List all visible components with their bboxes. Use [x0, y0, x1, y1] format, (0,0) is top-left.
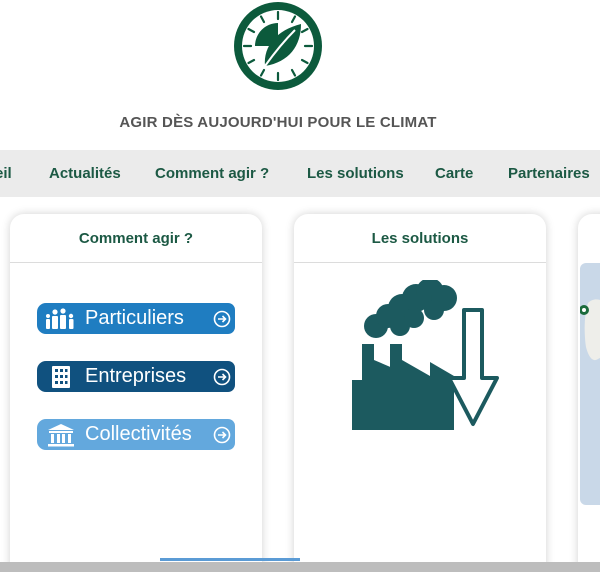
panel-title-solutions: Les solutions [294, 214, 546, 263]
nav-item-actualites[interactable]: Actualités [49, 150, 121, 197]
logo-clock-leaf-icon [234, 2, 322, 90]
arrow-right-circle-icon [209, 419, 235, 450]
nav-item-solutions[interactable]: Les solutions [307, 150, 404, 197]
map-image[interactable] [579, 263, 600, 505]
scroll-indicator [160, 558, 300, 561]
entreprises-label: Entreprises [85, 365, 187, 387]
nav-item-partenaires[interactable]: Partenaires [508, 150, 590, 197]
panel-title-comment-agir: Comment agir ? [10, 214, 262, 263]
collectivites-label: Collectivités [85, 423, 192, 445]
nav-item-comment-agir[interactable]: Comment agir ? [155, 150, 269, 197]
nav-item-carte[interactable]: Carte [435, 150, 473, 197]
arrow-right-circle-icon [209, 361, 235, 392]
main-nav: eil Actualités Comment agir ? Les soluti… [0, 150, 600, 197]
collectivites-button[interactable]: Collectivités [37, 419, 235, 450]
factory-emissions-down-icon [352, 280, 499, 430]
family-icon [37, 303, 85, 334]
particuliers-button[interactable]: Particuliers [37, 303, 235, 334]
building-icon [37, 361, 85, 392]
entreprises-button[interactable]: Entreprises [37, 361, 235, 392]
townhall-icon [37, 419, 85, 450]
nav-item-accueil[interactable]: eil [0, 150, 12, 197]
arrow-right-circle-icon [209, 303, 235, 334]
panel-comment-agir: Comment agir ? Particuliers Entreprises … [10, 214, 262, 572]
particuliers-label: Particuliers [85, 307, 184, 329]
panel-carte[interactable] [578, 214, 600, 572]
site-tagline: AGIR DÈS AUJOURD'HUI POUR LE CLIMAT [119, 114, 437, 131]
panel-solutions[interactable]: Les solutions [294, 214, 546, 572]
horizontal-scrollbar[interactable] [0, 562, 600, 572]
